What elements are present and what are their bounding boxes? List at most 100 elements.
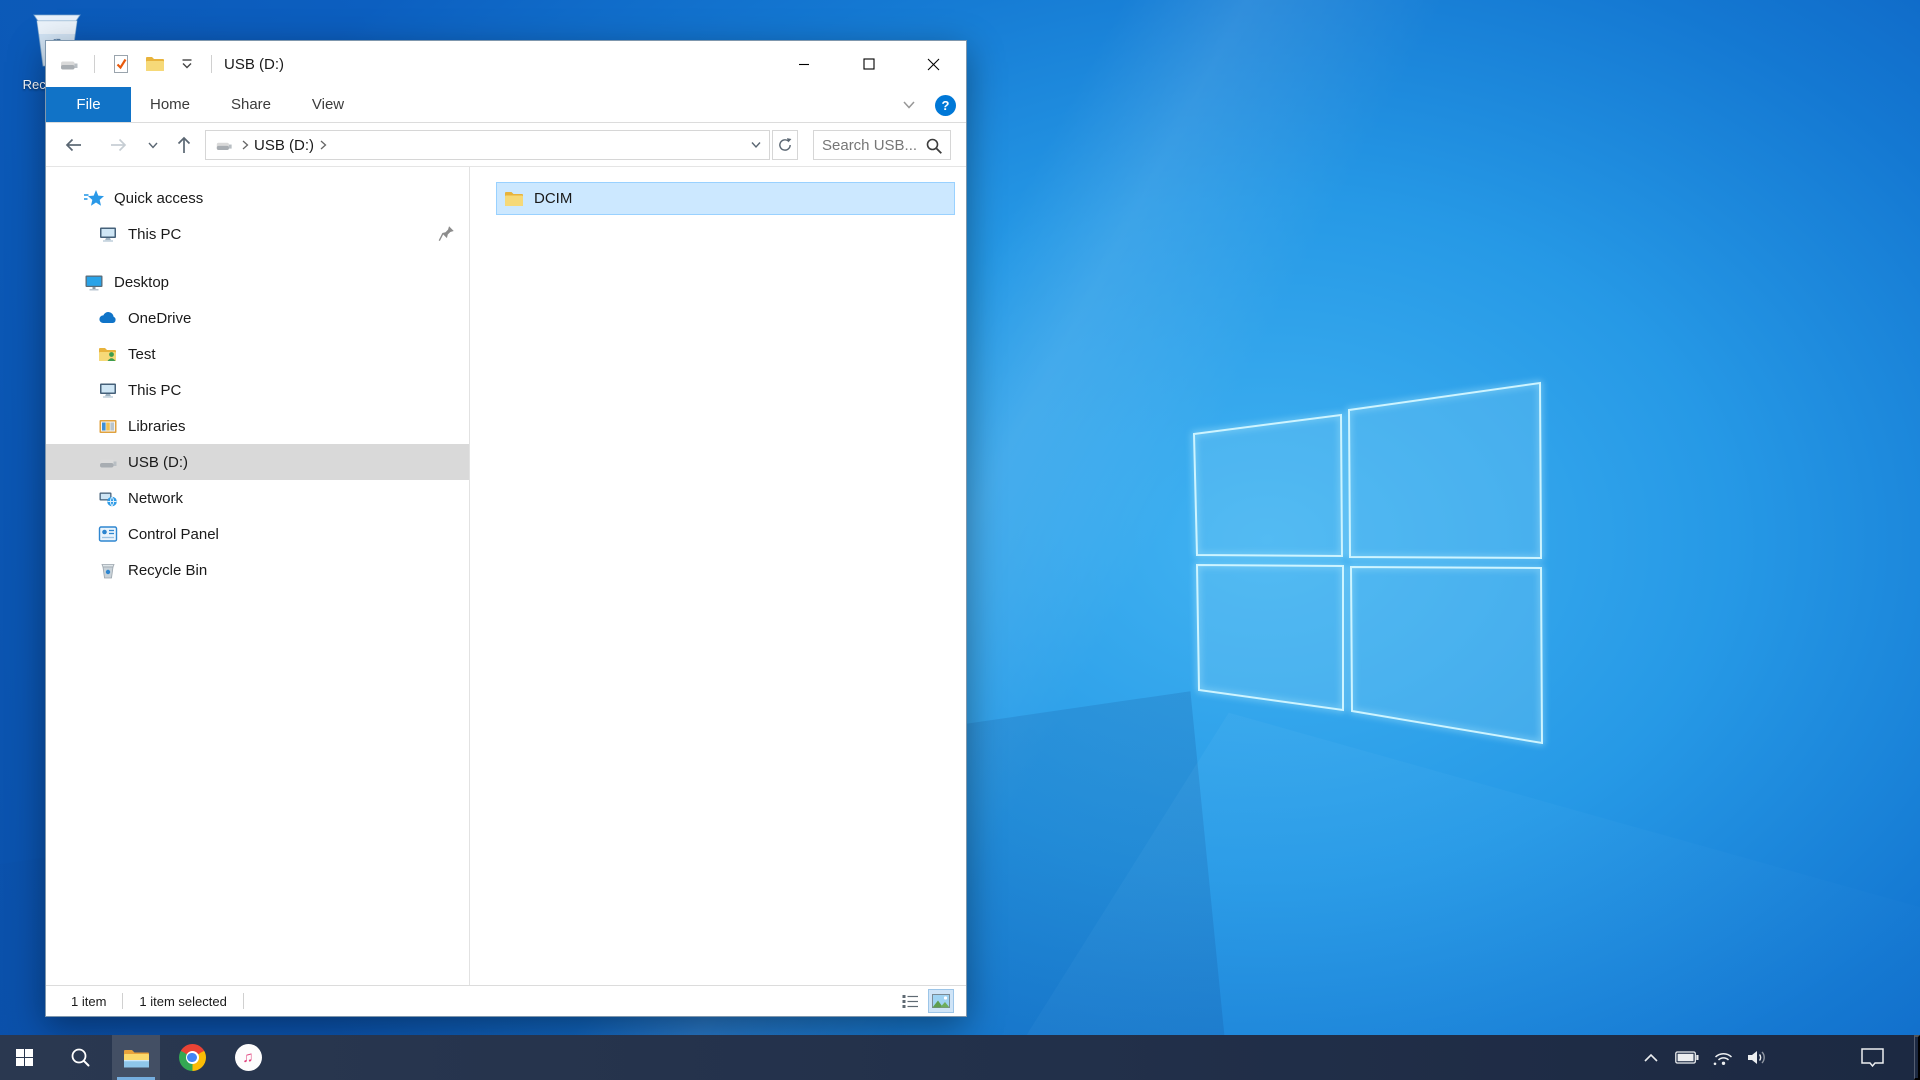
- taskbar-file-explorer-button[interactable]: [112, 1035, 160, 1080]
- sidebar-item-this-pc[interactable]: This PC: [46, 372, 469, 408]
- wifi-icon: [1712, 1049, 1735, 1066]
- separator: [211, 55, 212, 73]
- start-button[interactable]: [0, 1035, 48, 1080]
- taskbar-chrome-button[interactable]: [168, 1035, 216, 1080]
- usb-drive-icon: [58, 54, 80, 74]
- breadcrumb-location[interactable]: USB (D:): [254, 137, 314, 154]
- maximize-button[interactable]: [836, 41, 901, 87]
- folder-icon: [123, 1047, 150, 1069]
- ribbon-tab-row: File Home Share View ?: [46, 87, 966, 123]
- properties-button[interactable]: [109, 52, 133, 76]
- control-panel-icon: [98, 524, 118, 544]
- tab-home[interactable]: Home: [135, 87, 205, 122]
- sidebar-item-libraries[interactable]: Libraries: [46, 408, 469, 444]
- window-controls: [771, 41, 966, 87]
- sidebar-item-label: USB (D:): [128, 454, 188, 471]
- recent-locations-button[interactable]: [143, 131, 163, 159]
- wifi-tray-button[interactable]: [1708, 1035, 1738, 1080]
- sidebar-item-control-panel[interactable]: Control Panel: [46, 516, 469, 552]
- large-icons-view-button[interactable]: [929, 990, 953, 1012]
- up-button[interactable]: [170, 131, 198, 159]
- sidebar-item-quick-access[interactable]: Quick access: [46, 180, 469, 216]
- expand-ribbon-button[interactable]: [897, 93, 921, 117]
- breadcrumb-chevron-icon[interactable]: [318, 139, 328, 151]
- sidebar-item-label: This PC: [128, 382, 181, 399]
- action-center-button[interactable]: [1852, 1035, 1892, 1080]
- volume-icon: [1747, 1049, 1769, 1066]
- taskbar-search-button[interactable]: [56, 1035, 104, 1080]
- sidebar-item-label: Recycle Bin: [128, 562, 207, 579]
- search-icon[interactable]: [925, 137, 943, 155]
- sidebar-item-desktop[interactable]: Desktop: [46, 264, 469, 300]
- sidebar-item-usb-drive[interactable]: USB (D:): [46, 444, 469, 480]
- properties-icon: [112, 54, 130, 74]
- maximize-icon: [863, 58, 875, 70]
- this-pc-icon: [98, 380, 118, 400]
- sidebar-item-label: Control Panel: [128, 526, 219, 543]
- wallpaper-windows-logo: [1180, 370, 1570, 760]
- taskbar: ♫: [0, 1035, 1920, 1080]
- file-item-dcim[interactable]: DCIM: [496, 182, 955, 215]
- sidebar-item-this-pc-pinned[interactable]: This PC: [46, 216, 469, 252]
- back-button[interactable]: [59, 131, 87, 159]
- taskbar-itunes-button[interactable]: ♫: [224, 1035, 272, 1080]
- recent-locations-chevron-icon: [147, 140, 159, 150]
- customize-quick-access-icon: [180, 57, 194, 71]
- file-list-pane[interactable]: DCIM: [470, 167, 966, 985]
- search-input[interactable]: [822, 132, 926, 158]
- battery-tray-button[interactable]: [1672, 1035, 1702, 1080]
- sidebar-item-network[interactable]: Network: [46, 480, 469, 516]
- quick-access-toolbar: [46, 52, 216, 76]
- recycle-bin-icon: [98, 560, 118, 580]
- address-dropdown-button[interactable]: [743, 131, 769, 159]
- sidebar-item-label: Test: [128, 346, 156, 363]
- sidebar-item-label: Network: [128, 490, 183, 507]
- breadcrumb-chevron-icon[interactable]: [240, 139, 250, 151]
- help-button[interactable]: ?: [935, 95, 956, 116]
- forward-icon: [108, 135, 130, 155]
- minimize-button[interactable]: [771, 41, 836, 87]
- usb-drive-icon: [98, 452, 118, 472]
- separator: [94, 55, 95, 73]
- search-icon: [70, 1047, 91, 1068]
- sidebar-item-label: This PC: [128, 226, 181, 243]
- windows-logo-icon: [16, 1049, 33, 1066]
- tab-view[interactable]: View: [293, 87, 363, 122]
- chevron-up-icon: [1643, 1053, 1659, 1063]
- action-center-icon: [1860, 1047, 1885, 1068]
- quick-access-star-icon: [84, 188, 104, 208]
- battery-icon: [1675, 1050, 1699, 1065]
- up-icon: [174, 134, 194, 156]
- customize-quick-access-button[interactable]: [177, 52, 197, 76]
- forward-button[interactable]: [105, 131, 133, 159]
- tab-share[interactable]: Share: [216, 87, 286, 122]
- volume-tray-button[interactable]: [1742, 1035, 1774, 1080]
- titlebar: USB (D:): [46, 41, 966, 87]
- refresh-button[interactable]: [772, 130, 798, 160]
- sidebar-item-recycle-bin[interactable]: Recycle Bin: [46, 552, 469, 588]
- minimize-icon: [798, 58, 810, 70]
- separator: [243, 993, 244, 1009]
- new-folder-button[interactable]: [143, 52, 167, 76]
- status-bar: 1 item 1 item selected: [46, 985, 966, 1016]
- hidden-icons-button[interactable]: [1636, 1035, 1666, 1080]
- tab-file[interactable]: File: [46, 87, 131, 122]
- large-icons-view-icon: [932, 994, 950, 1008]
- folder-icon: [504, 190, 524, 208]
- show-desktop-button[interactable]: [1914, 1035, 1920, 1080]
- close-icon: [927, 58, 940, 71]
- separator: [122, 993, 123, 1009]
- sidebar-item-onedrive[interactable]: OneDrive: [46, 300, 469, 336]
- pin-icon: [438, 225, 455, 242]
- sidebar-item-label: OneDrive: [128, 310, 191, 327]
- itunes-icon: ♫: [235, 1044, 262, 1071]
- close-button[interactable]: [901, 41, 966, 87]
- selection-count: 1 item selected: [139, 994, 226, 1009]
- sidebar-item-test-user-folder[interactable]: Test: [46, 336, 469, 372]
- file-explorer-window: USB (D:) File Home Share View: [45, 40, 967, 1017]
- details-view-icon: [902, 994, 919, 1009]
- address-bar[interactable]: USB (D:): [205, 130, 770, 160]
- sidebar-item-label: Libraries: [128, 418, 186, 435]
- details-view-button[interactable]: [898, 990, 922, 1012]
- libraries-icon: [98, 416, 118, 436]
